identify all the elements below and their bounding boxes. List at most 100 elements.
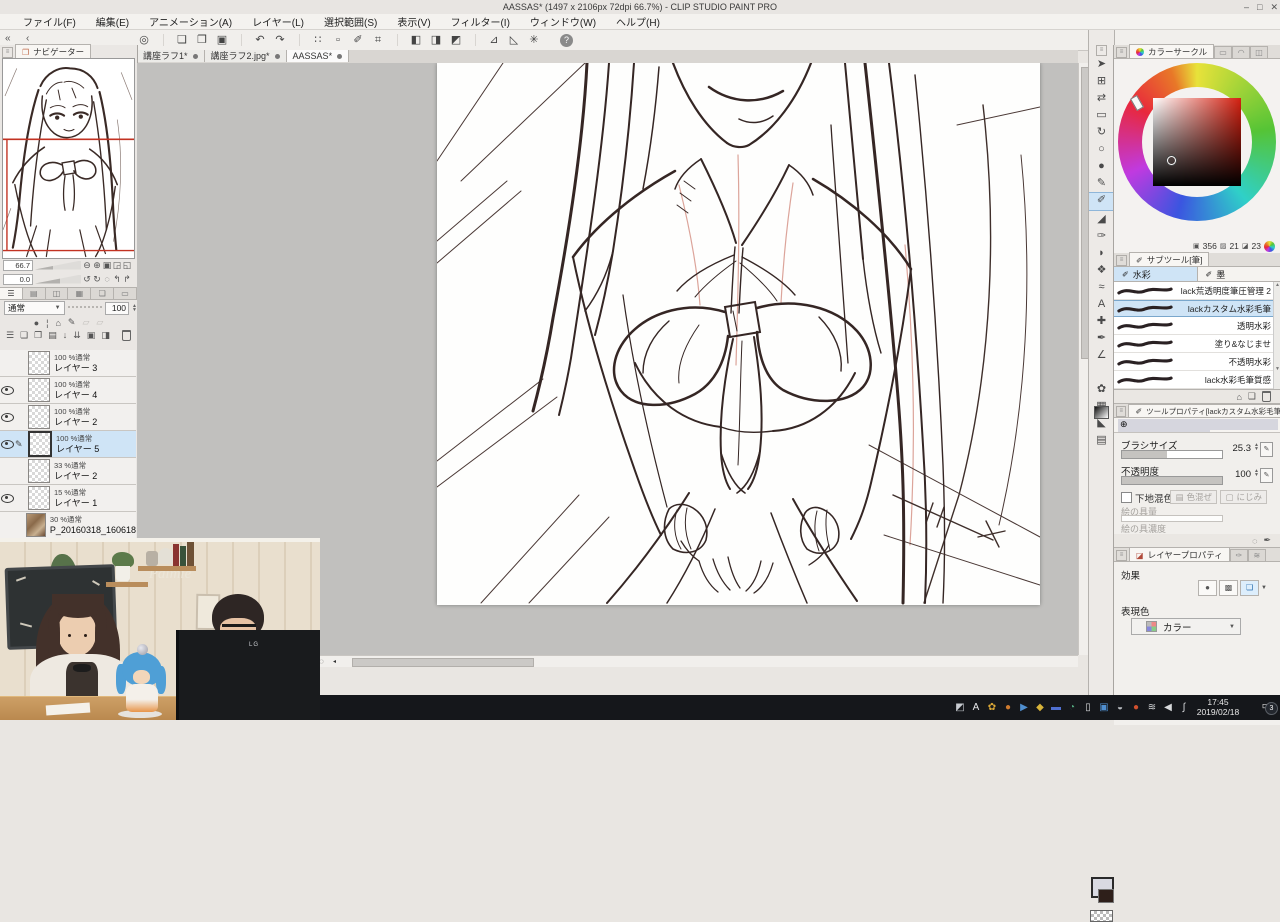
navigator-tab[interactable]: ❐ ナビゲーター	[15, 44, 91, 58]
param-value[interactable]: 100	[1221, 469, 1251, 480]
tray-icon[interactable]: ✿	[984, 695, 1000, 720]
toolbar-button[interactable]: ✐	[348, 32, 368, 48]
menu-item[interactable]: フィルター(I)	[442, 14, 519, 29]
layer-command-icon[interactable]: ↓	[63, 330, 68, 341]
navigator-zoom-icon[interactable]: ▣	[102, 260, 112, 271]
hue-marker[interactable]	[1130, 95, 1144, 111]
subtool-grip-icon[interactable]: ≡	[1116, 255, 1127, 266]
gradient-tool-swatch[interactable]	[1094, 403, 1109, 422]
tool-button[interactable]: ✎	[1089, 175, 1114, 192]
toolbar-button[interactable]: ◩	[446, 32, 466, 48]
navigator-zoom-icon[interactable]: ⊕	[92, 260, 102, 271]
layer-palette-tab[interactable]: ☰	[0, 287, 23, 300]
layer-name[interactable]: レイヤー 2	[54, 471, 97, 481]
layer-property-grip-icon[interactable]: ≡	[1116, 550, 1127, 561]
layer-lock-icon[interactable]: ✎	[68, 317, 76, 328]
tray-icon[interactable]: ▣	[1096, 695, 1112, 720]
tool-button[interactable]	[1089, 364, 1114, 381]
tray-icon[interactable]: ◒	[1112, 695, 1128, 720]
tray-icon[interactable]: ●	[1000, 695, 1016, 720]
layer-row[interactable]: ✎ 100 %通常 レイヤー 5	[0, 431, 136, 458]
toolbar-button[interactable]: ✳	[524, 32, 544, 48]
tool-button[interactable]: ≈	[1089, 279, 1114, 296]
toolbar-button[interactable]: ❐	[192, 32, 212, 48]
sub-color-swatch[interactable]	[1098, 889, 1114, 903]
scroll-left-icon[interactable]: ◂	[333, 658, 336, 665]
layer-command-icon[interactable]: ⇊	[73, 330, 81, 341]
layer-command-icon[interactable]: ◨	[101, 330, 110, 341]
color-set-tab[interactable]: ◠	[1232, 46, 1250, 58]
tray-icon[interactable]: ◔	[1064, 695, 1080, 720]
brush-row[interactable]: lack荒透明度筆圧管理 2	[1114, 282, 1280, 300]
delete-layer-icon[interactable]	[122, 330, 131, 341]
tray-icon[interactable]: ∫	[1176, 695, 1192, 720]
tool-button[interactable]: ◗	[1089, 245, 1114, 262]
param-value[interactable]: 25.3	[1221, 443, 1251, 454]
color-wheel-area[interactable]	[1114, 59, 1280, 239]
color-circle-tab[interactable]: カラーサークル	[1129, 44, 1214, 58]
wheel-toggle-icon[interactable]	[1264, 241, 1275, 252]
layer-palette-tab[interactable]: ▭	[114, 287, 137, 300]
layer-command-icon[interactable]: ▤	[48, 330, 57, 341]
layer-lock-icon[interactable]: ▱	[82, 317, 89, 328]
layer-row[interactable]: ✎ 100 %通常 レイヤー 4	[0, 377, 136, 404]
mix-ground-checkbox[interactable]	[1121, 492, 1132, 503]
blend-mode-select[interactable]: 通常 ▼	[4, 301, 65, 315]
panel-grip-icon[interactable]: ≡	[2, 47, 13, 58]
tool-button[interactable]: ✿	[1089, 381, 1114, 398]
tool-button[interactable]: ❖	[1089, 262, 1114, 279]
layer-palette-tab[interactable]: ▤	[23, 287, 46, 300]
tool-property-grip-icon[interactable]: ≡	[1116, 406, 1126, 417]
brush-row[interactable]: 塗り&なじませ	[1114, 335, 1280, 353]
help-icon[interactable]: ?	[560, 34, 573, 47]
layer-property-tab[interactable]: ◪ レイヤープロパティ	[1129, 547, 1230, 561]
tray-icon[interactable]: ●	[1128, 695, 1144, 720]
tray-icon[interactable]: ≋	[1144, 695, 1160, 720]
toolbar-button[interactable]	[388, 34, 398, 46]
navigator-preview[interactable]	[2, 58, 135, 259]
tray-icon[interactable]: ◀	[1160, 695, 1176, 720]
tray-icon[interactable]: ▬	[1048, 695, 1064, 720]
navigator-rotate-icon[interactable]: ↻	[92, 274, 102, 285]
toolbar-button[interactable]	[232, 34, 242, 46]
chevron-down-icon[interactable]: ▼	[1261, 585, 1267, 591]
tool-button[interactable]: ∠	[1089, 347, 1114, 364]
toolbar-button[interactable]: ◧	[406, 32, 426, 48]
layer-name[interactable]: レイヤー 2	[54, 417, 97, 427]
param-dynamics-button[interactable]: ✎	[1260, 468, 1273, 483]
tone-effect-icon[interactable]: ▩	[1219, 580, 1238, 596]
toolbar-button[interactable]	[290, 34, 300, 46]
layer-name[interactable]: P_20160318_160618	[50, 525, 136, 535]
brush-row[interactable]: 不透明水彩	[1114, 353, 1280, 371]
animation-cel-tab[interactable]: ✑	[1230, 549, 1248, 561]
toolbar-button[interactable]: ◺	[504, 32, 524, 48]
brush-row[interactable]: lack水彩毛筆質感	[1114, 371, 1280, 389]
toolbar-button[interactable]: ↶	[250, 32, 270, 48]
tool-button[interactable]: ✑	[1089, 228, 1114, 245]
menu-item[interactable]: アニメーション(A)	[140, 14, 241, 29]
toolbar-button[interactable]: ↷	[270, 32, 290, 48]
layer-lock-icon[interactable]: ¦	[46, 318, 48, 328]
layer-command-icon[interactable]: ❐	[34, 330, 42, 341]
layer-thumbnail[interactable]	[28, 351, 50, 375]
toolbar-button[interactable]	[466, 34, 476, 46]
layer-visibility-eye-icon[interactable]	[1, 413, 14, 422]
layer-name[interactable]: レイヤー 4	[54, 390, 97, 400]
color-slider-tab[interactable]: ▭	[1214, 46, 1232, 58]
tray-icon[interactable]: A	[968, 695, 984, 720]
navigator-rotate-icon[interactable]: ◌	[102, 274, 112, 285]
layer-thumbnail[interactable]	[28, 459, 50, 483]
canvas-document[interactable]	[437, 63, 1040, 605]
layer-thumbnail[interactable]	[26, 513, 46, 537]
layer-thumbnail[interactable]	[28, 486, 50, 510]
param-dynamics-button[interactable]: ✎	[1260, 442, 1273, 457]
layer-visibility-eye-icon[interactable]	[1, 440, 14, 449]
layer-lock-icon[interactable]: ▱	[96, 317, 103, 328]
color-history-tab[interactable]: ◫	[1250, 46, 1268, 58]
notification-center-icon[interactable]: ▭ 3	[1262, 699, 1272, 712]
tray-icon[interactable]: ▯	[1080, 695, 1096, 720]
layer-name[interactable]: レイヤー 5	[56, 444, 99, 454]
zoom-value[interactable]: 66.7	[3, 260, 33, 271]
tray-icon[interactable]: ◆	[1032, 695, 1048, 720]
layer-command-icon[interactable]: ❏	[20, 330, 28, 341]
